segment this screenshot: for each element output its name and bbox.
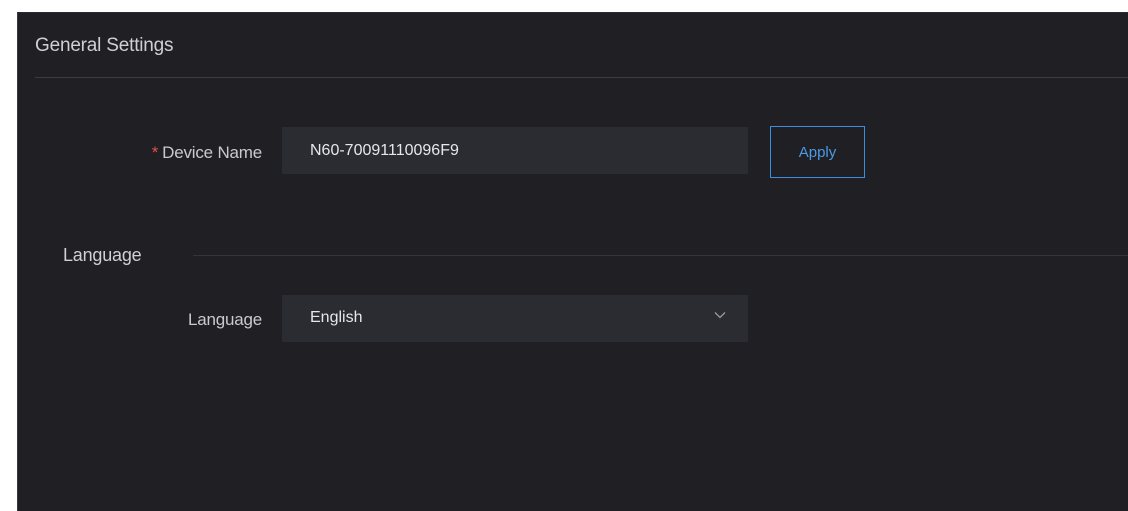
language-select-value: English bbox=[310, 309, 363, 326]
language-label: Language bbox=[187, 310, 262, 329]
device-name-label: * Device Name bbox=[118, 143, 262, 163]
panel-title: General Settings bbox=[35, 35, 174, 56]
title-divider bbox=[35, 77, 1128, 78]
required-star: * bbox=[151, 143, 159, 162]
language-select[interactable]: English bbox=[282, 295, 748, 342]
language-section-title: Language bbox=[63, 245, 142, 265]
apply-button[interactable]: Apply bbox=[770, 126, 865, 178]
language-section-divider bbox=[193, 255, 1128, 256]
device-name-label-text: Device Name bbox=[162, 143, 262, 162]
general-settings-panel: General Settings *Device Name Apply Lang… bbox=[17, 12, 1128, 511]
device-name-input[interactable] bbox=[282, 127, 748, 174]
chevron-down-icon bbox=[714, 312, 726, 319]
